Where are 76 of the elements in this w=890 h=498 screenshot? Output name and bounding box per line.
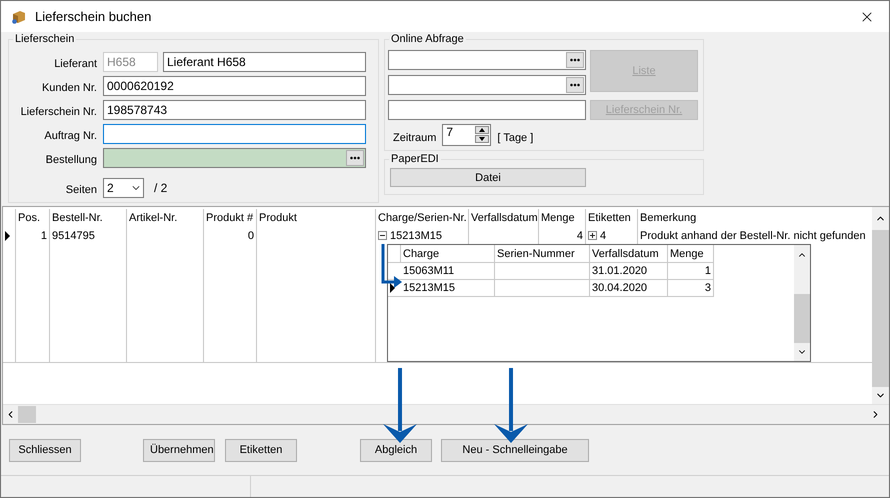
table-cell: 4 bbox=[600, 230, 606, 242]
order-number-field[interactable] bbox=[103, 124, 366, 144]
column-header[interactable]: Bestell-Nr. bbox=[50, 209, 127, 227]
page-total: / 2 bbox=[154, 181, 168, 195]
row-indicator-icon bbox=[390, 283, 395, 293]
package-icon bbox=[11, 8, 27, 24]
scrollbar[interactable] bbox=[872, 207, 889, 404]
column-header[interactable]: Etiketten bbox=[586, 209, 638, 227]
column-header[interactable]: Artikel-Nr. bbox=[127, 209, 204, 227]
group-title: PaperEDI bbox=[390, 153, 440, 165]
field-label: Auftrag Nr. bbox=[43, 129, 97, 142]
ellipsis-button[interactable] bbox=[566, 77, 584, 93]
group-title: Online Abfrage bbox=[390, 33, 465, 45]
column-header[interactable]: Menge bbox=[668, 245, 714, 262]
table-cell: 9514795 bbox=[52, 230, 95, 242]
table-cell: 4 bbox=[576, 230, 583, 242]
unit-label: [ Tage ] bbox=[497, 131, 534, 144]
query-field[interactable] bbox=[388, 75, 586, 95]
table-cell: 0 bbox=[248, 230, 254, 242]
table-cell: 1 bbox=[40, 230, 47, 242]
period-spinner[interactable]: 7 bbox=[442, 124, 492, 146]
triangle-down-icon bbox=[479, 137, 486, 141]
column-header[interactable]: Serien-Nummer bbox=[495, 245, 590, 262]
collapse-icon[interactable] bbox=[378, 231, 387, 240]
column-header[interactable]: Verfallsdatum bbox=[590, 245, 668, 262]
column-header[interactable]: Verfallsdatum bbox=[469, 209, 539, 227]
pages-dropdown[interactable]: 2 bbox=[103, 178, 144, 198]
scroll-thumb[interactable] bbox=[18, 406, 36, 424]
field-label: Kunden Nr. bbox=[40, 81, 97, 94]
field-label: Lieferschein Nr. bbox=[20, 105, 97, 118]
spin-down-button[interactable] bbox=[475, 135, 490, 143]
column-header[interactable]: Menge bbox=[539, 209, 586, 227]
table-cell: 15213M15 bbox=[403, 282, 455, 294]
purchase-order-field[interactable] bbox=[103, 148, 366, 168]
scroll-thumb[interactable] bbox=[794, 294, 810, 343]
spin-up-button[interactable] bbox=[475, 126, 490, 134]
customer-number-field[interactable]: 0000620192 bbox=[103, 76, 366, 96]
column-header[interactable]: Produkt # bbox=[204, 209, 257, 227]
table-cell: 1 bbox=[704, 265, 711, 277]
query-field[interactable] bbox=[388, 50, 586, 70]
scrollbar[interactable] bbox=[794, 245, 810, 361]
query-field[interactable] bbox=[388, 100, 586, 120]
annotation-arrow bbox=[382, 244, 402, 288]
column-header[interactable]: Pos. bbox=[16, 209, 50, 227]
ellipsis-button[interactable] bbox=[566, 52, 584, 68]
table-cell: 15213M15 bbox=[390, 230, 442, 242]
table-cell: 30.04.2020 bbox=[592, 282, 648, 294]
table-cell: 3 bbox=[704, 282, 711, 294]
expand-icon[interactable] bbox=[588, 231, 597, 240]
delivery-note-number-field[interactable]: 198578743 bbox=[103, 100, 366, 120]
action-button[interactable]: Schliessen bbox=[9, 438, 81, 462]
triangle-up-icon bbox=[479, 128, 486, 132]
file-button[interactable]: Datei bbox=[390, 168, 586, 187]
window-title: Lieferschein buchen bbox=[35, 9, 152, 24]
field-label: Seiten bbox=[64, 183, 97, 196]
field-label: Lieferant bbox=[53, 57, 97, 70]
field-label: Bestellung bbox=[44, 153, 97, 166]
row-indicator-icon bbox=[5, 230, 10, 240]
scroll-thumb[interactable] bbox=[872, 230, 889, 388]
column-header[interactable]: Charge bbox=[401, 245, 495, 262]
action-button[interactable]: Etiketten bbox=[225, 438, 297, 462]
column-header[interactable]: Bemerkung bbox=[638, 209, 872, 227]
action-button[interactable]: Abgleich bbox=[360, 438, 432, 462]
table-cell: 15063M11 bbox=[403, 265, 454, 277]
scrollbar[interactable] bbox=[3, 404, 889, 424]
column-header[interactable]: Charge/Serien-Nr. bbox=[376, 209, 469, 227]
table-cell: 31.01.2020 bbox=[592, 265, 648, 277]
ellipsis-button[interactable] bbox=[346, 150, 364, 166]
supplier-name-field[interactable]: Lieferant H658 bbox=[163, 52, 366, 72]
action-button[interactable]: Übernehmen bbox=[143, 438, 215, 462]
supplier-code-field[interactable]: H658 bbox=[103, 52, 158, 72]
group-title: Lieferschein bbox=[14, 33, 76, 45]
field-label: Zeitraum bbox=[393, 131, 436, 144]
table-cell: Produkt anhand der Bestell-Nr. nicht gefunden bbox=[640, 230, 866, 242]
action-button[interactable]: Neu - Schnelleingabe bbox=[441, 438, 589, 462]
column-header[interactable]: Produkt bbox=[257, 209, 376, 227]
